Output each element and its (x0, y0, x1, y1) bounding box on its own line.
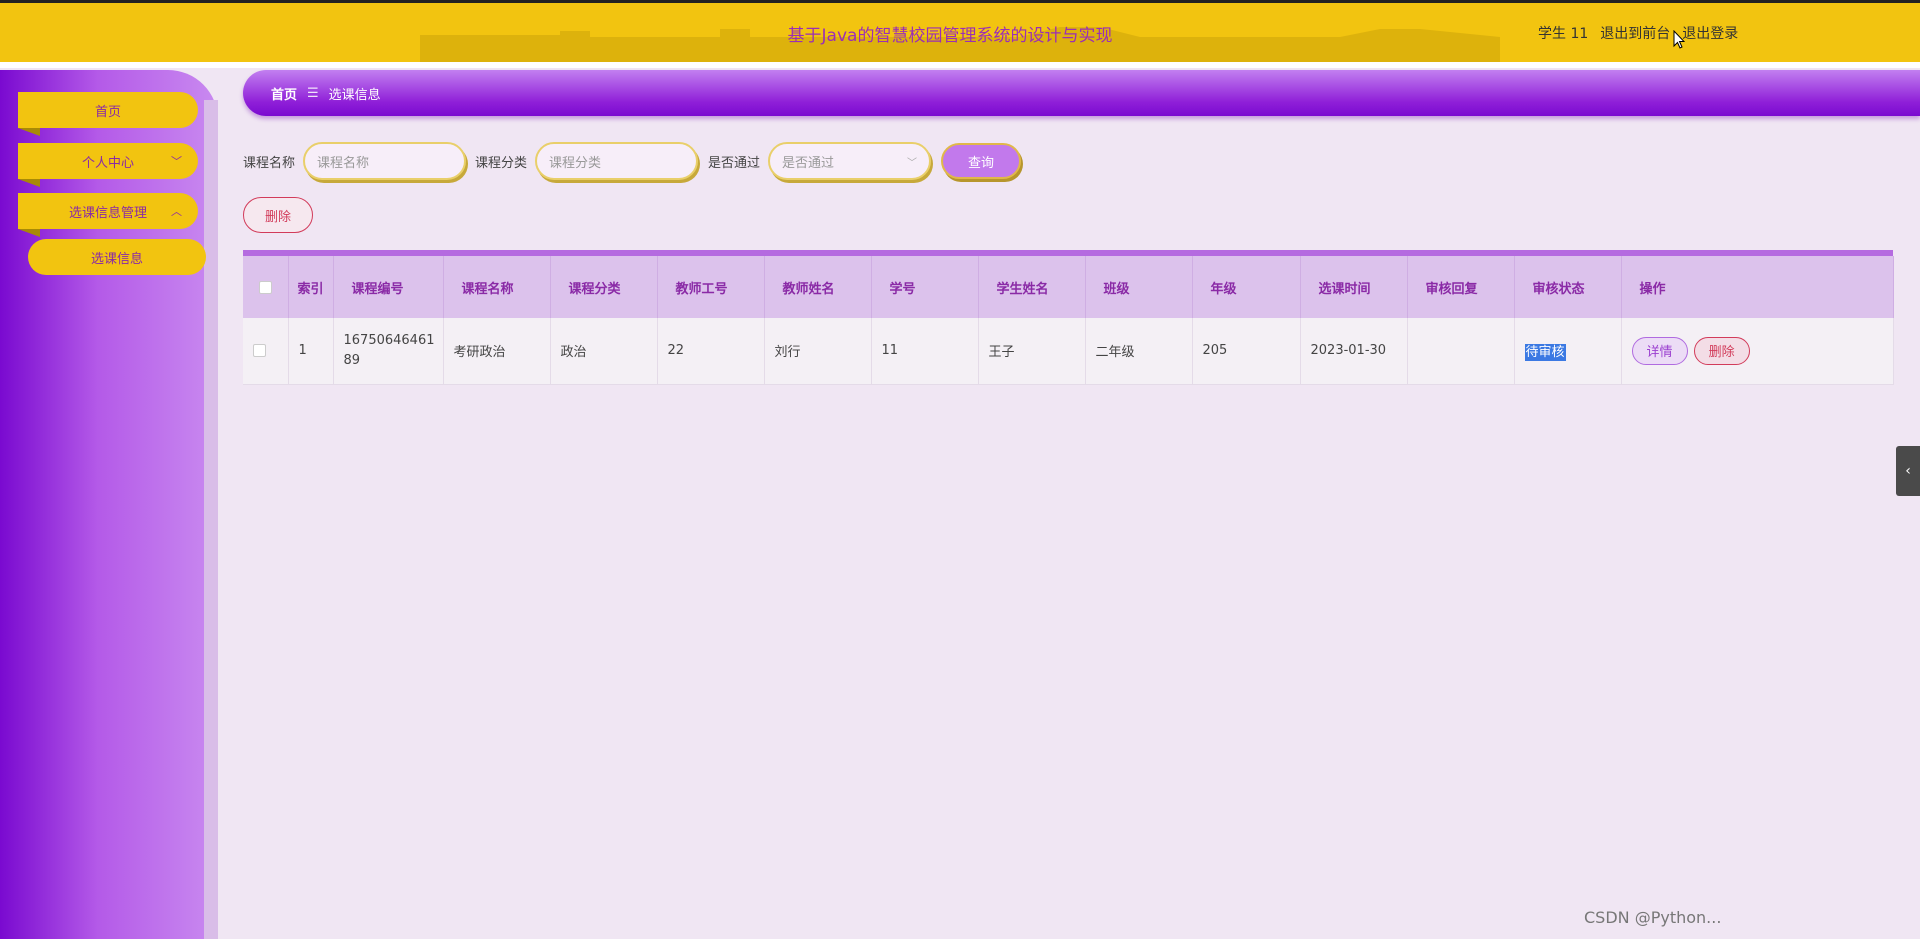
current-user: 学生 11 (1538, 26, 1589, 42)
menu-separator-icon: ☰ (307, 85, 319, 101)
breadcrumb: 首页 ☰ 选课信息 (243, 70, 1920, 116)
cell-course-type: 政治 (550, 318, 658, 385)
col-header-class: 班级 (1085, 256, 1193, 318)
cell-course-name: 考研政治 (443, 318, 551, 385)
course-selection-table: 索引 课程编号 课程名称 课程分类 教师工号 教师姓名 学号 学生姓名 班级 年… (243, 250, 1894, 385)
col-header-course-no: 课程编号 (333, 256, 444, 318)
col-header-course-name: 课程名称 (443, 256, 551, 318)
header-user-menu: 学生 11 退出到前台 退出登录 (1538, 23, 1738, 43)
status-text: 待审核 (1524, 344, 1566, 362)
sidebar-item-label: 个人中心 (81, 155, 134, 171)
cell-index: 1 (288, 318, 334, 385)
col-header-grade: 年级 (1192, 256, 1301, 318)
cell-student-no: 11 (871, 318, 979, 385)
row-checkbox[interactable] (253, 344, 266, 358)
cell-teacher-name: 刘行 (764, 318, 872, 385)
passed-placeholder: 是否通过 (782, 155, 835, 171)
chevron-down-icon: ﹀ (171, 155, 182, 168)
header-divider (0, 62, 1920, 68)
passed-select[interactable]: 是否通过 ﹀ (768, 142, 931, 180)
col-header-actions: 操作 (1621, 256, 1894, 318)
col-header-teacher-no: 教师工号 (657, 256, 765, 318)
sidebar-item-label: 首页 (94, 104, 121, 120)
chevron-up-icon: ︿ (171, 205, 182, 218)
breadcrumb-current: 选课信息 (328, 87, 381, 103)
breadcrumb-home[interactable]: 首页 (271, 84, 297, 103)
course-name-input[interactable]: 课程名称 (303, 142, 466, 180)
cell-actions: 详情 删除 (1621, 318, 1894, 385)
query-button[interactable]: 查询 (941, 143, 1021, 179)
cell-course-no: 1675064646189 (333, 318, 444, 385)
col-header-selection-time: 选课时间 (1300, 256, 1408, 318)
logout-link[interactable]: 退出登录 (1682, 23, 1738, 43)
col-header-teacher-name: 教师姓名 (764, 256, 872, 318)
table-header-row: 索引 课程编号 课程名称 课程分类 教师工号 教师姓名 学号 学生姓名 班级 年… (243, 256, 1894, 318)
col-header-course-type: 课程分类 (550, 256, 658, 318)
sidebar-item-label: 选课信息管理 (68, 205, 147, 221)
cell-grade: 205 (1192, 318, 1301, 385)
cell-selection-time: 2023-01-30 (1300, 318, 1408, 385)
chevron-left-icon[interactable]: ‹ (1896, 446, 1920, 496)
select-all-header[interactable] (243, 256, 289, 318)
detail-button[interactable]: 详情 (1631, 336, 1688, 365)
col-header-student-no: 学号 (871, 256, 979, 318)
cell-review-status: 待审核 (1514, 318, 1622, 385)
col-header-student-name: 学生姓名 (978, 256, 1086, 318)
csdn-watermark: CSDN @Python... (1584, 908, 1722, 927)
sidebar-item-personal-center[interactable]: 个人中心 ﹀ (18, 143, 198, 187)
cell-student-name: 王子 (978, 318, 1086, 385)
col-header-review-reply: 审核回复 (1407, 256, 1515, 318)
cell-class: 二年级 (1085, 318, 1193, 385)
col-header-index: 索引 (288, 256, 334, 318)
cell-review-reply (1407, 318, 1515, 385)
passed-label: 是否通过 (708, 156, 761, 171)
sidebar-item-home[interactable]: 首页 (18, 92, 198, 136)
mouse-cursor-icon (1673, 30, 1685, 49)
course-type-input[interactable]: 课程分类 (535, 142, 698, 180)
chevron-down-icon: ﹀ (907, 158, 917, 169)
course-type-label: 课程分类 (475, 156, 528, 171)
row-select-cell[interactable] (243, 318, 289, 385)
select-all-checkbox[interactable] (259, 280, 272, 294)
sidebar-rail (204, 100, 218, 939)
cell-teacher-no: 22 (657, 318, 765, 385)
col-header-review-status: 审核状态 (1514, 256, 1622, 318)
course-name-label: 课程名称 (243, 156, 296, 171)
sidebar-subitem-label: 选课信息 (90, 251, 143, 267)
row-delete-button[interactable]: 删除 (1693, 336, 1750, 365)
top-header: 基于Java的智慧校园管理系统的设计与实现 学生 11 退出到前台 退出登录 (0, 0, 1920, 62)
course-name-placeholder: 课程名称 (317, 155, 370, 171)
bulk-delete-button[interactable]: 删除 (243, 197, 313, 233)
course-type-placeholder: 课程分类 (549, 155, 602, 171)
sidebar-subitem-course-selection[interactable]: 选课信息 (28, 239, 206, 275)
table-row: 1 1675064646189 考研政治 政治 22 刘行 11 王子 二年级 … (243, 318, 1894, 385)
sidebar-item-course-selection-management[interactable]: 选课信息管理 ︿ (18, 193, 198, 237)
exit-to-front-link[interactable]: 退出到前台 (1600, 23, 1670, 43)
